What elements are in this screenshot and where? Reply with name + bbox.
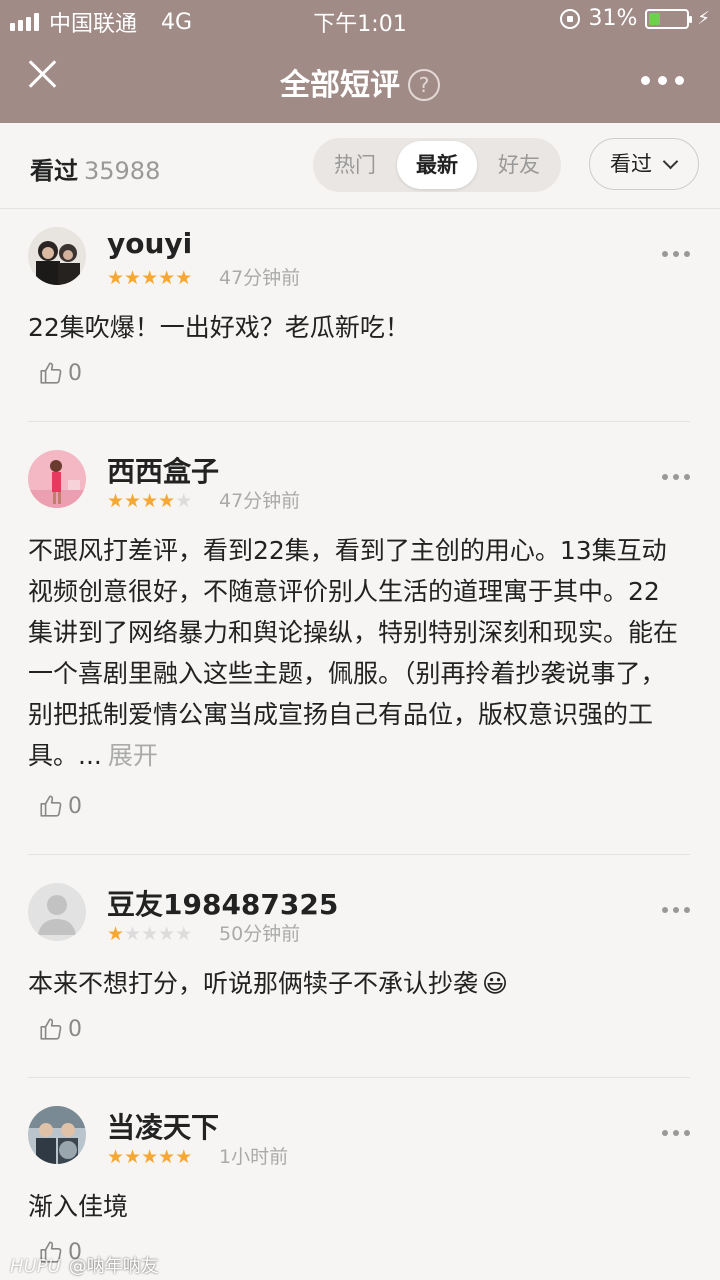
seen-dropdown[interactable]: 看过 <box>589 138 699 190</box>
star-icon: ★ <box>175 923 193 945</box>
page-title-text: 全部短评 <box>280 68 400 103</box>
tab-friends[interactable]: 好友 <box>479 141 559 189</box>
like-count: 0 <box>68 1016 82 1042</box>
star-icon: ★ <box>158 490 176 512</box>
seen-label: 看过 <box>30 157 78 185</box>
status-bar: 中国联通 4G 下午1:01 31% ⚡ <box>0 0 720 40</box>
star-icon: ★ <box>141 923 159 945</box>
review-text: 22集吹爆！一出好戏？老瓜新吃！ <box>28 313 410 342</box>
review-time: 1小时前 <box>219 1146 289 1168</box>
help-icon[interactable]: ? <box>408 69 440 101</box>
seen-count: 看过 35988 <box>30 151 160 186</box>
more-icon[interactable] <box>662 1130 690 1136</box>
filter-bar: 看过 35988 热门 最新 好友 看过 <box>0 123 720 209</box>
top-header: 中国联通 4G 下午1:01 31% ⚡ 全部短评? <box>0 0 720 123</box>
avatar[interactable] <box>28 1106 86 1164</box>
star-icon: ★ <box>158 267 176 289</box>
sort-tabs: 热门 最新 好友 <box>313 138 561 192</box>
thumb-up-icon <box>40 795 62 817</box>
watermark: HUPU @呐年呐友 <box>10 1252 159 1278</box>
username[interactable]: 当凌天下 <box>107 1106 219 1146</box>
review-text-body: 不跟风打差评，看到22集，看到了主创的用心。13集互动视频创意很好，不随意评价别… <box>28 536 679 770</box>
star-icon: ★ <box>175 267 193 289</box>
star-icon: ★ <box>141 490 159 512</box>
more-icon[interactable] <box>662 474 690 480</box>
avatar[interactable] <box>28 450 86 508</box>
review-item: youyi ★ ★ ★ ★ ★ 47分钟前 22集吹爆！一出好戏？老瓜新吃！ 0 <box>28 227 690 422</box>
expand-link[interactable]: 展开 <box>108 741 158 770</box>
star-icon: ★ <box>124 267 142 289</box>
star-icon: ★ <box>107 490 125 512</box>
star-icon: ★ <box>141 1146 159 1168</box>
charging-bolt-icon: ⚡ <box>697 8 710 29</box>
star-rating: ★ ★ ★ ★ ★ <box>107 267 192 289</box>
star-icon: ★ <box>107 923 125 945</box>
thumb-up-icon <box>40 1018 62 1040</box>
review-time: 50分钟前 <box>219 923 301 945</box>
like-button[interactable]: 0 <box>38 793 82 819</box>
seen-dropdown-label: 看过 <box>610 152 652 176</box>
review-item: 豆友198487325 ★ ★ ★ ★ ★ 50分钟前 本来不想打分，听说那俩犊子不承认… <box>28 883 690 1078</box>
review-item: 西西盒子 ★ ★ ★ ★ ★ 47分钟前 不跟风打差评，看到22集，看到了主创的用心。1… <box>28 450 690 855</box>
star-icon: ★ <box>124 923 142 945</box>
star-icon: ★ <box>107 1146 125 1168</box>
star-rating: ★ ★ ★ ★ ★ <box>107 923 192 945</box>
battery-fill <box>649 12 661 25</box>
nav-bar: 全部短评? <box>0 40 720 123</box>
lock-rotation-icon <box>560 8 581 29</box>
username[interactable]: youyi <box>107 227 192 260</box>
star-icon: ★ <box>141 267 159 289</box>
page-title: 全部短评? <box>0 60 720 104</box>
star-icon: ★ <box>124 490 142 512</box>
star-icon: ★ <box>158 1146 176 1168</box>
seen-number: 35988 <box>84 157 161 185</box>
username[interactable]: 豆友198487325 <box>107 883 338 923</box>
review-time: 47分钟前 <box>219 267 301 289</box>
like-button[interactable]: 0 <box>38 1016 82 1042</box>
username[interactable]: 西西盒子 <box>107 450 219 490</box>
review-text: 不跟风打差评，看到22集，看到了主创的用心。13集互动视频创意很好，不随意评价别… <box>28 530 678 776</box>
like-button[interactable]: 0 <box>38 360 82 386</box>
review-text-body: 本来不想打分，听说那俩犊子不承认抄袭 <box>28 969 479 998</box>
more-icon[interactable] <box>662 907 690 913</box>
avatar[interactable] <box>28 883 86 941</box>
battery-percent: 31% <box>588 6 638 31</box>
tab-hot[interactable]: 热门 <box>315 141 395 189</box>
chevron-down-icon <box>662 153 679 170</box>
tab-latest[interactable]: 最新 <box>397 141 477 189</box>
star-icon: ★ <box>175 490 193 512</box>
review-text: 本来不想打分，听说那俩犊子不承认抄袭 😃 <box>28 963 678 1004</box>
more-icon[interactable] <box>662 251 690 257</box>
star-rating: ★ ★ ★ ★ ★ <box>107 490 192 512</box>
star-icon: ★ <box>175 1146 193 1168</box>
like-count: 0 <box>68 793 82 819</box>
review-time: 47分钟前 <box>219 490 301 512</box>
star-rating: ★ ★ ★ ★ ★ <box>107 1146 192 1168</box>
smiley-emoji: 😃 <box>482 969 509 998</box>
watermark-text: @呐年呐友 <box>68 1256 159 1277</box>
star-icon: ★ <box>107 267 125 289</box>
star-icon: ★ <box>124 1146 142 1168</box>
thumb-up-icon <box>40 362 62 384</box>
review-text: 渐入佳境 <box>28 1192 129 1221</box>
watermark-logo: HUPU <box>10 1256 61 1277</box>
like-count: 0 <box>68 360 82 386</box>
more-icon[interactable] <box>641 76 684 85</box>
battery-icon <box>645 8 693 29</box>
star-icon: ★ <box>158 923 176 945</box>
avatar[interactable] <box>28 227 86 285</box>
